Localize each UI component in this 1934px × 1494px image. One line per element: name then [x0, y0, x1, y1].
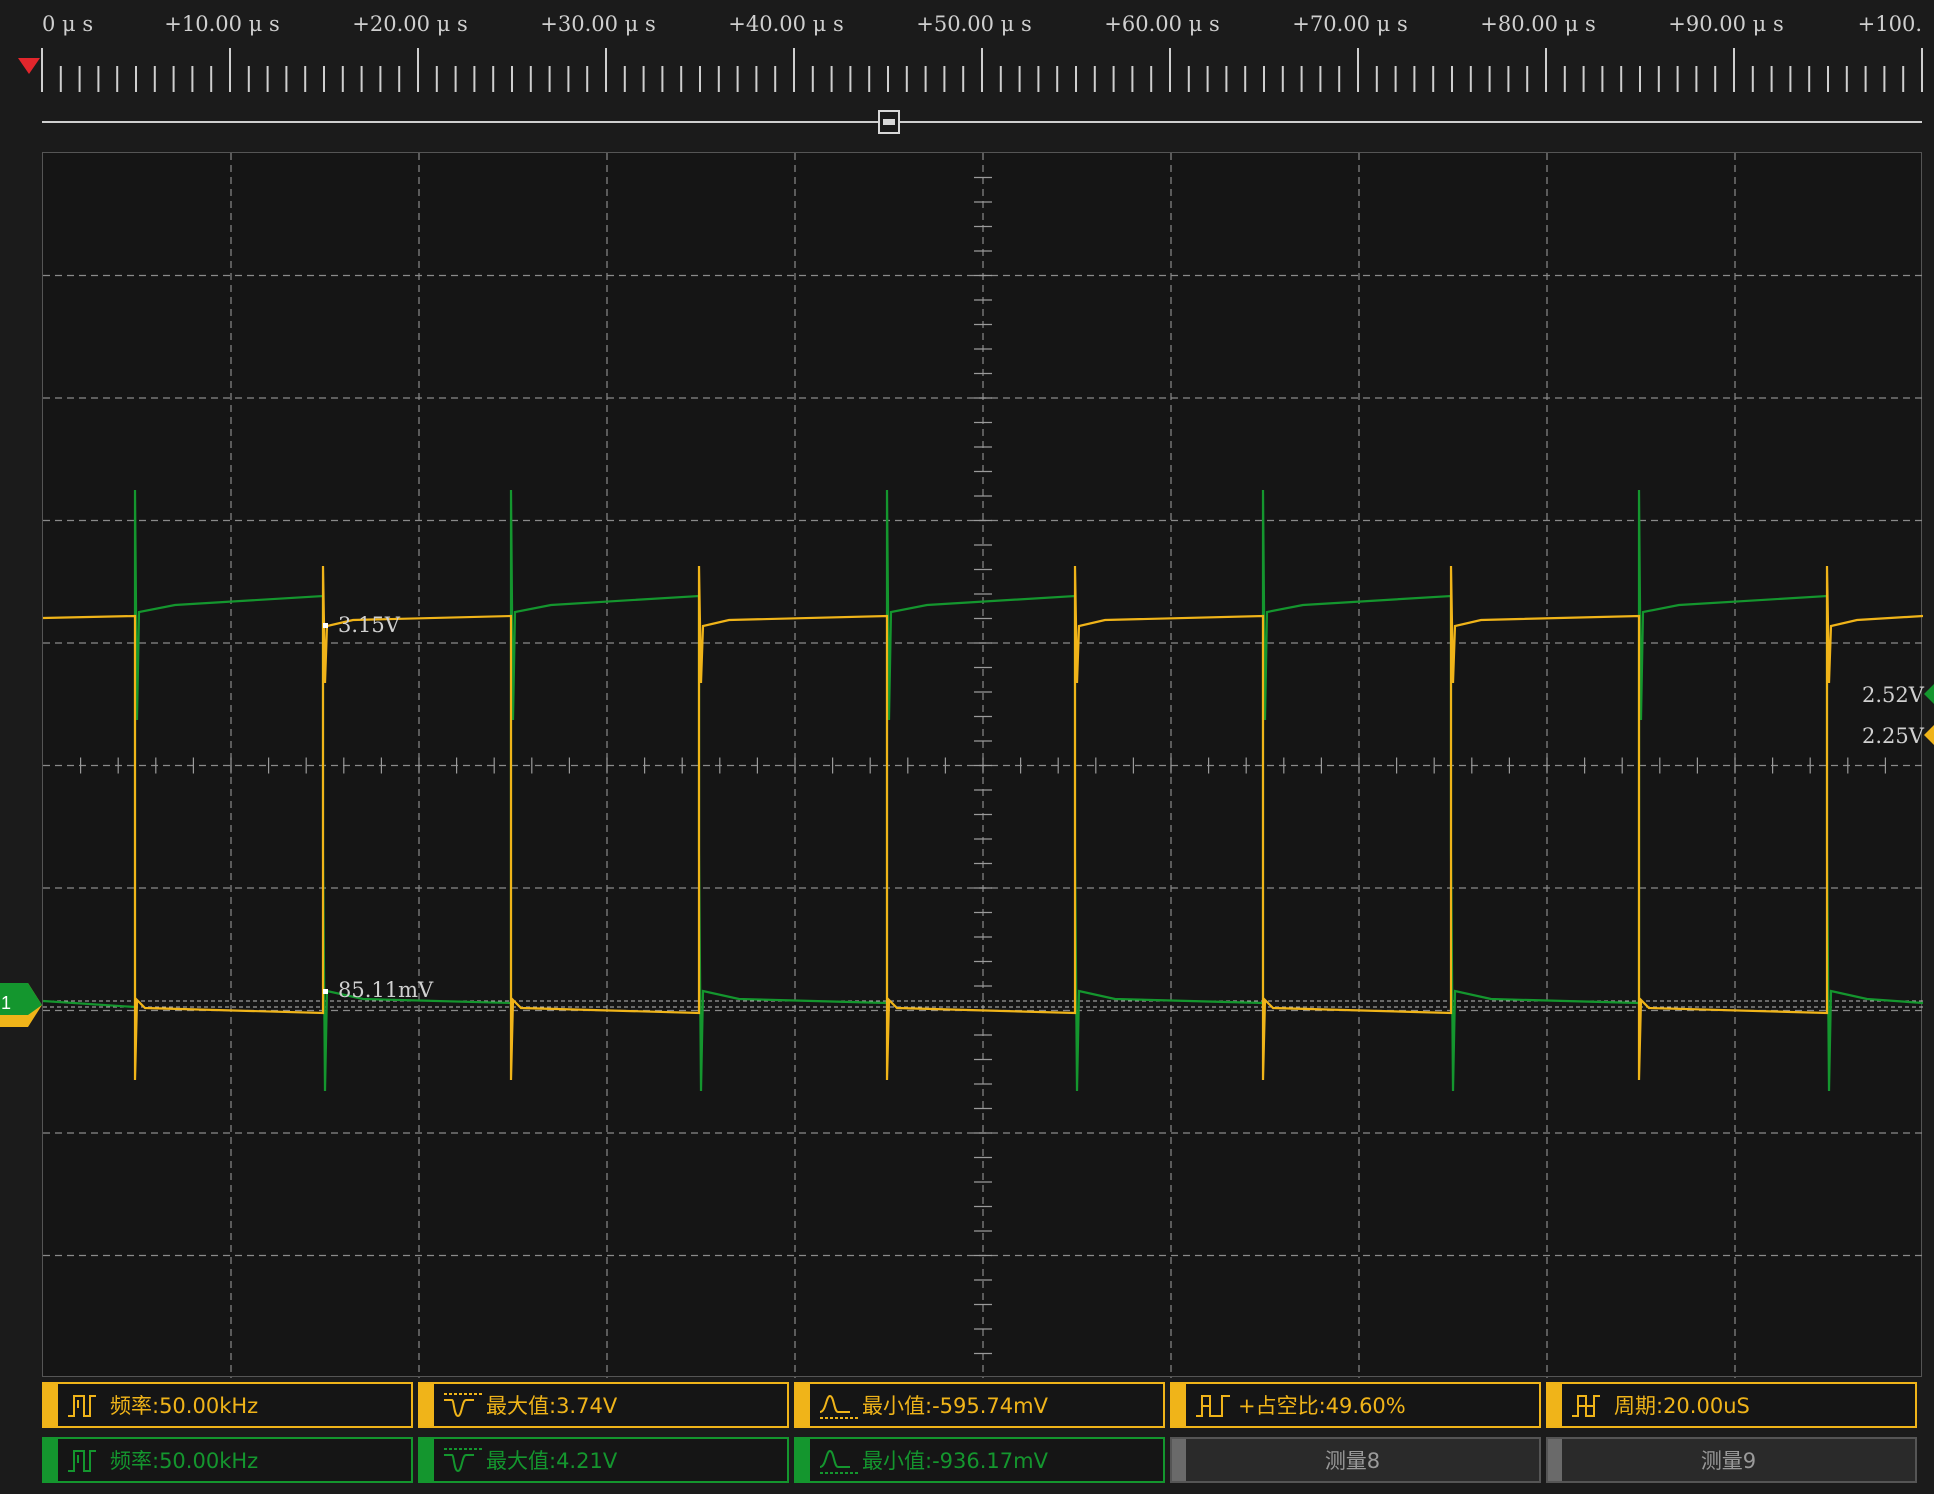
meas-stripe — [1548, 1439, 1562, 1481]
period-icon — [1572, 1395, 1600, 1417]
timeline-scroll-handle[interactable] — [878, 110, 900, 134]
time-tick-label: +50.00 μ s — [916, 12, 1032, 36]
min-value-icon — [819, 1394, 858, 1419]
meas-stripe — [1548, 1384, 1562, 1426]
waveform-canvas — [43, 153, 1923, 1378]
time-tick-label: +70.00 μ s — [1292, 12, 1408, 36]
ch1-level-marker-icon[interactable] — [1924, 725, 1934, 745]
channel-marker-number: 1 — [1, 993, 12, 1013]
meas-ch1-period-text: 周期:20.00uS — [1614, 1394, 1750, 1418]
ch1-high-cursor-label: 3.15V — [338, 613, 400, 637]
meas-stripe — [420, 1439, 434, 1481]
meas-ch1-stripe — [44, 1384, 58, 1426]
meas-stripe — [1172, 1439, 1186, 1481]
ch2-trigger-level-label: 2.52V — [1862, 683, 1924, 707]
time-tick-label: +40.00 μ s — [728, 12, 844, 36]
meas-ch1-period[interactable]: 周期:20.00uS — [1546, 1382, 1917, 1428]
time-ruler[interactable]: 0 μ s +10.00 μ s +20.00 μ s +30.00 μ s +40.0… — [0, 0, 1934, 140]
meas-stripe — [44, 1439, 58, 1481]
min-value-icon — [819, 1449, 858, 1474]
meas-ch1-min[interactable]: 最小值:-595.74mV — [794, 1382, 1165, 1428]
ch2-cursor-dot — [323, 989, 328, 994]
meas-slot-8-text: 测量8 — [1324, 1449, 1381, 1473]
meas-stripe — [420, 1384, 434, 1426]
time-tick-label: +60.00 μ s — [1104, 12, 1220, 36]
time-tick-label: +10.00 μ s — [164, 12, 280, 36]
meas-ch1-duty-text: +占空比:49.60% — [1238, 1394, 1406, 1418]
meas-ch1-frequency-text: 频率:50.00kHz — [110, 1394, 259, 1418]
meas-slot-8[interactable]: 测量8 — [1170, 1437, 1541, 1483]
meas-slot-9-text: 测量9 — [1700, 1449, 1757, 1473]
meas-ch1-duty[interactable]: +占空比:49.60% — [1170, 1382, 1541, 1428]
ch1-trigger-level-label: 2.25V — [1862, 724, 1924, 748]
pulse-frequency-icon — [68, 1450, 96, 1472]
time-tick-label: +90.00 μ s — [1668, 12, 1784, 36]
meas-ch1-frequency[interactable]: 频率:50.00kHz — [42, 1382, 413, 1428]
trigger-position-icon[interactable] — [18, 58, 40, 74]
meas-ch1-max-text: 最大值:3.74V — [486, 1394, 618, 1418]
ch2-level-marker-icon[interactable] — [1924, 684, 1934, 704]
meas-stripe — [1172, 1384, 1186, 1426]
meas-ch2-max-text: 最大值:4.21V — [486, 1449, 618, 1473]
meas-ch2-min-text: 最小值:-936.17mV — [862, 1449, 1048, 1473]
meas-ch2-max[interactable]: 最大值:4.21V — [418, 1437, 789, 1483]
pulse-frequency-icon — [68, 1395, 96, 1417]
max-value-icon — [444, 1393, 482, 1418]
meas-ch2-min[interactable]: 最小值:-936.17mV — [794, 1437, 1165, 1483]
meas-stripe — [796, 1439, 810, 1481]
meas-ch2-frequency[interactable]: 频率:50.00kHz — [42, 1437, 413, 1483]
duty-cycle-icon — [1196, 1395, 1230, 1417]
meas-ch1-max[interactable]: 最大值:3.74V — [418, 1382, 789, 1428]
meas-stripe — [796, 1384, 810, 1426]
time-tick-label: +20.00 μ s — [352, 12, 468, 36]
meas-ch2-frequency-text: 频率:50.00kHz — [110, 1449, 259, 1473]
ch1-cursor-dot — [323, 623, 328, 628]
meas-ch1-min-text: 最小值:-595.74mV — [862, 1394, 1048, 1418]
time-tick-label: +100. — [1857, 12, 1922, 36]
time-tick-label: +80.00 μ s — [1480, 12, 1596, 36]
time-tick-label: +30.00 μ s — [540, 12, 656, 36]
channel-offset-marker[interactable]: 1 — [0, 983, 42, 1027]
waveform-display[interactable] — [42, 152, 1923, 1378]
time-tick-label: 0 μ s — [42, 12, 94, 36]
meas-slot-9[interactable]: 测量9 — [1546, 1437, 1917, 1483]
timeline-scrollbar[interactable] — [42, 121, 1922, 123]
max-value-icon — [444, 1448, 482, 1473]
ch2-low-cursor-label: 85.11mV — [338, 978, 434, 1002]
